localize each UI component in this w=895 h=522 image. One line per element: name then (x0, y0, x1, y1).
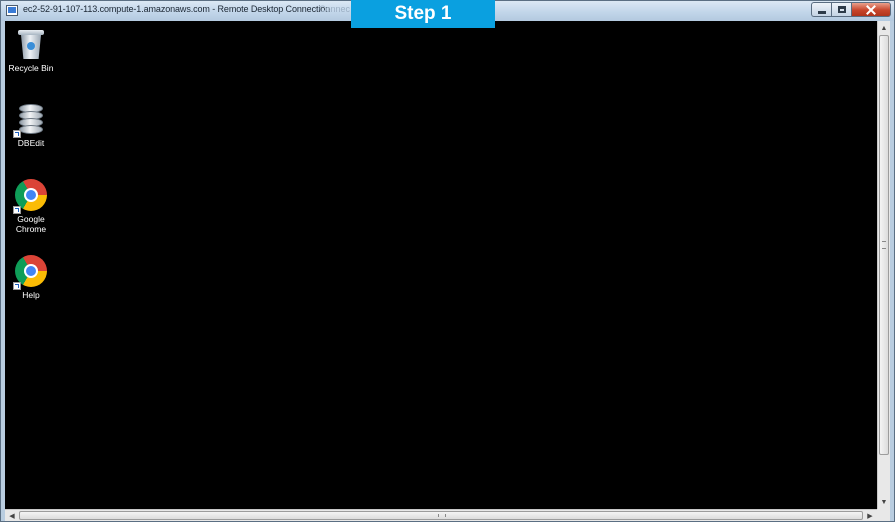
chrome-icon (13, 254, 48, 290)
database-icon (13, 102, 48, 138)
desktop-icon-help[interactable]: Help (5, 254, 57, 300)
horizontal-scroll-thumb[interactable] (19, 511, 863, 520)
shortcut-arrow-icon (13, 130, 21, 138)
vertical-scroll-thumb[interactable] (879, 35, 889, 455)
desktop-icon-label: DBEdit (17, 138, 45, 148)
remote-desktop-app-icon[interactable] (6, 5, 18, 16)
desktop-icon-google-chrome[interactable]: Google Chrome (5, 178, 57, 234)
close-icon (866, 5, 876, 15)
scroll-up-arrow-icon[interactable]: ▲ (878, 21, 890, 35)
remote-desktop-area[interactable]: Recycle Bin DBEdit Google Chrome Help (5, 21, 877, 509)
shortcut-arrow-icon (13, 206, 21, 214)
desktop-icon-label: Google Chrome (15, 214, 47, 234)
scroll-right-arrow-icon[interactable]: ▶ (863, 510, 877, 521)
desktop-icon-dbedit[interactable]: DBEdit (5, 102, 57, 148)
maximize-button[interactable] (831, 2, 851, 17)
remote-desktop-window: ec2-52-91-107-113.compute-1.amazonaws.co… (0, 0, 895, 522)
minimize-icon (817, 10, 826, 14)
maximize-icon (837, 6, 846, 13)
desktop-icon-label: Help (22, 290, 40, 300)
minimize-button[interactable] (811, 2, 831, 17)
close-button[interactable] (851, 2, 891, 17)
caption-buttons (811, 2, 891, 17)
vertical-scrollbar[interactable]: ▲ ▼ (877, 21, 890, 509)
desktop-icon-recycle-bin[interactable]: Recycle Bin (5, 27, 57, 73)
chrome-icon (13, 178, 48, 214)
recycle-bin-icon (14, 27, 48, 61)
horizontal-scrollbar[interactable]: ◀ ▶ (5, 509, 877, 521)
window-title: ec2-52-91-107-113.compute-1.amazonaws.co… (23, 4, 331, 14)
scroll-down-arrow-icon[interactable]: ▼ (878, 495, 890, 509)
scroll-left-arrow-icon[interactable]: ◀ (5, 510, 19, 521)
step-banner: Step 1 (351, 0, 495, 28)
shortcut-arrow-icon (13, 282, 21, 290)
desktop-icon-label: Recycle Bin (8, 63, 54, 73)
scrollbar-corner (877, 509, 890, 521)
window-title-ghost: Connec (319, 4, 351, 14)
